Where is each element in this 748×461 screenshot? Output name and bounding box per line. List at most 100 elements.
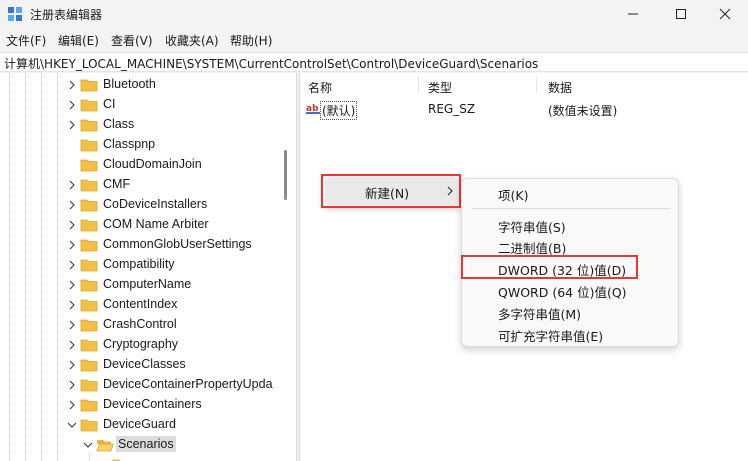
- folder-icon: [80, 399, 98, 412]
- tree-item-label: CMF: [103, 177, 131, 191]
- value-row[interactable]: ab (默认) REG_SZ (数值未设置): [304, 99, 744, 120]
- tree-item-label: DeviceContainerPropertyUpda: [103, 377, 273, 391]
- chevron-right-icon[interactable]: [66, 399, 78, 411]
- tree-item-devicecontainers[interactable]: DeviceContainers: [0, 395, 296, 415]
- chevron-down-icon[interactable]: [82, 439, 94, 451]
- maximize-button[interactable]: [658, 0, 704, 28]
- submenu-item-key[interactable]: 项(K): [498, 185, 528, 204]
- tree-item-label: Class: [103, 117, 135, 131]
- tree-item-label: ContentIndex: [103, 297, 178, 311]
- tree-item-codeviceinstallers[interactable]: CoDeviceInstallers: [0, 195, 296, 215]
- close-icon: [719, 8, 731, 20]
- address-path: 计算机\HKEY_LOCAL_MACHINE\SYSTEM\CurrentCon…: [4, 57, 539, 71]
- submenu-item-expandable-string-value[interactable]: 可扩充字符串值(E): [498, 326, 603, 345]
- chevron-right-icon[interactable]: [66, 199, 78, 211]
- folder-icon: [80, 139, 98, 152]
- folder-icon: [80, 79, 98, 92]
- tree-item-label: COM Name Arbiter: [103, 217, 209, 231]
- folder-icon: [80, 119, 98, 132]
- tree-item-label: CoDeviceInstallers: [103, 197, 208, 211]
- menu-edit[interactable]: 编辑(E): [58, 32, 99, 49]
- folder-icon: [80, 319, 98, 332]
- tree-item-scenarios[interactable]: Scenarios: [0, 435, 296, 455]
- tree-item-bluetooth[interactable]: Bluetooth: [0, 75, 296, 95]
- tree-item-commonglobusersettings[interactable]: CommonGlobUserSettings: [0, 235, 296, 255]
- column-separator[interactable]: [418, 77, 419, 93]
- close-button[interactable]: [702, 0, 748, 28]
- chevron-right-icon[interactable]: [66, 179, 78, 191]
- chevron-right-icon[interactable]: [66, 99, 78, 111]
- chevron-right-icon[interactable]: [66, 299, 78, 311]
- folder-icon: [80, 299, 98, 312]
- tree-item-ci[interactable]: CI: [0, 95, 296, 115]
- highlight-box-new: [321, 174, 461, 208]
- tree-item-label: Classpnp: [103, 137, 156, 151]
- maximize-icon: [676, 9, 686, 19]
- tree-item-label: CloudDomainJoin: [103, 157, 202, 171]
- folder-icon: [80, 259, 98, 272]
- tree-item-deviceguard[interactable]: DeviceGuard: [0, 415, 296, 435]
- registry-tree[interactable]: Bluetooth CI Class Classpnp CloudDomainJ…: [0, 73, 296, 461]
- folder-icon: [80, 419, 98, 432]
- tree-item-label: DeviceGuard: [103, 417, 176, 431]
- tree-item-label: DeviceClasses: [103, 357, 186, 371]
- tree-item-crashcontrol[interactable]: CrashControl: [0, 315, 296, 335]
- submenu-item-multi-string-value[interactable]: 多字符串值(M): [498, 304, 581, 323]
- tree-item-cryptography[interactable]: Cryptography: [0, 335, 296, 355]
- value-data: (数值未设置): [548, 104, 618, 118]
- tree-item-com-name-arbiter[interactable]: COM Name Arbiter: [0, 215, 296, 235]
- submenu-item-qword-value[interactable]: QWORD (64 位)值(Q): [498, 282, 627, 301]
- column-header-type[interactable]: 类型: [428, 79, 452, 96]
- chevron-right-icon[interactable]: [66, 359, 78, 371]
- tree-item-label: Bluetooth: [103, 77, 156, 91]
- column-separator[interactable]: [536, 77, 537, 93]
- tree-item-deviceclasses[interactable]: DeviceClasses: [0, 355, 296, 375]
- address-bar[interactable]: 计算机\HKEY_LOCAL_MACHINE\SYSTEM\CurrentCon…: [0, 52, 748, 72]
- chevron-right-icon[interactable]: [66, 79, 78, 91]
- tree-item-label: Cryptography: [103, 337, 179, 351]
- chevron-right-icon[interactable]: [66, 239, 78, 251]
- tree-item-label: Scenarios: [116, 436, 176, 452]
- tree-item-label: CI: [103, 97, 116, 111]
- chevron-right-icon[interactable]: [66, 259, 78, 271]
- tree-item-classpnp[interactable]: Classpnp: [0, 135, 296, 155]
- window-title: 注册表编辑器: [30, 8, 103, 22]
- menu-help[interactable]: 帮助(H): [230, 32, 272, 49]
- folder-icon: [80, 199, 98, 212]
- menu-file[interactable]: 文件(F): [6, 32, 46, 49]
- tree-item-devicecontainerpropertyupda[interactable]: DeviceContainerPropertyUpda: [0, 375, 296, 395]
- menu-bar: 文件(F) 编辑(E) 查看(V) 收藏夹(A) 帮助(H): [0, 30, 748, 50]
- tree-item-partial[interactable]: [0, 455, 296, 461]
- folder-icon: [80, 219, 98, 232]
- tree-item-contentindex[interactable]: ContentIndex: [0, 295, 296, 315]
- column-header-data[interactable]: 数据: [548, 79, 572, 96]
- value-name: (默认): [320, 101, 358, 120]
- menu-view[interactable]: 查看(V): [111, 32, 153, 49]
- chevron-right-icon[interactable]: [66, 319, 78, 331]
- tree-item-label: Compatibility: [103, 257, 175, 271]
- chevron-right-icon[interactable]: [66, 279, 78, 291]
- folder-icon: [80, 179, 98, 192]
- chevron-right-icon[interactable]: [66, 379, 78, 391]
- tree-item-clouddomainjoin[interactable]: CloudDomainJoin: [0, 155, 296, 175]
- folder-icon: [80, 339, 98, 352]
- tree-item-class[interactable]: Class: [0, 115, 296, 135]
- tree-item-label: ComputerName: [103, 277, 192, 291]
- submenu-item-string-value[interactable]: 字符串值(S): [498, 217, 566, 236]
- minimize-button[interactable]: [610, 0, 656, 28]
- chevron-down-icon[interactable]: [66, 419, 78, 431]
- column-header-name[interactable]: 名称: [308, 79, 332, 96]
- minimize-icon: [628, 13, 638, 15]
- tree-scrollbar-thumb[interactable]: [284, 150, 287, 200]
- tree-item-label: CommonGlobUserSettings: [103, 237, 252, 251]
- tree-item-computername[interactable]: ComputerName: [0, 275, 296, 295]
- folder-icon: [80, 99, 98, 112]
- chevron-right-icon[interactable]: [66, 339, 78, 351]
- submenu-separator: [472, 208, 670, 209]
- tree-item-compatibility[interactable]: Compatibility: [0, 255, 296, 275]
- chevron-right-icon[interactable]: [66, 119, 78, 131]
- menu-favorites[interactable]: 收藏夹(A): [165, 32, 219, 49]
- tree-item-cmf[interactable]: CMF: [0, 175, 296, 195]
- title-bar: 注册表编辑器: [0, 0, 748, 28]
- chevron-right-icon[interactable]: [66, 219, 78, 231]
